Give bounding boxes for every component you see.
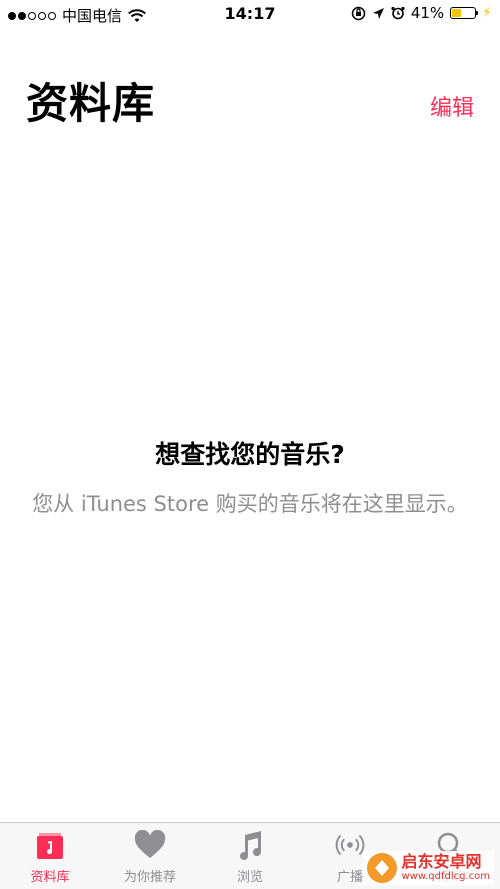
tab-label: 为你推荐 — [123, 870, 176, 885]
watermark-sub-text: www.qdfdlcg.com — [401, 871, 490, 882]
charging-bolt-icon: ⚡ — [482, 5, 492, 21]
tab-library[interactable]: 资料库 — [0, 823, 100, 889]
edit-button[interactable]: 编辑 — [430, 90, 474, 122]
battery-percent: 41% — [410, 4, 445, 22]
alarm-icon — [391, 6, 405, 20]
battery-fill — [452, 9, 462, 17]
status-bar: 中国电信 14:17 41% ⚡ — [0, 0, 500, 28]
rotation-lock-icon — [351, 6, 366, 20]
heart-icon — [133, 828, 167, 862]
watermark-logo-icon — [367, 853, 398, 883]
empty-state-title: 想查找您的音乐? — [155, 440, 345, 469]
battery-icon — [450, 7, 479, 19]
watermark-main-text: 启东安卓网 — [401, 852, 482, 871]
tab-label: 资料库 — [30, 870, 70, 885]
page-title: 资料库 — [26, 79, 156, 128]
empty-state: 想查找您的音乐? 您从 iTunes Store 购买的音乐将在这里显示。 — [30, 435, 470, 519]
empty-state-description: 您从 iTunes Store 购买的音乐将在这里显示。 — [32, 492, 468, 516]
watermark-text: 启东安卓网 www.qdfdlcg.com — [401, 853, 490, 883]
music-note-library-icon — [33, 828, 67, 862]
status-right: 41% ⚡ — [351, 4, 492, 22]
tab-label: 广播 — [336, 870, 363, 885]
music-note-icon — [233, 828, 267, 862]
location-arrow-icon — [372, 7, 384, 19]
watermark: 启东安卓网 www.qdfdlcg.com — [363, 851, 494, 885]
tab-for-you[interactable]: 为你推荐 — [100, 823, 200, 889]
tab-label: 浏览 — [236, 870, 263, 885]
screen: 中国电信 14:17 41% ⚡ 资料库 编辑 想查找您的音乐? 您从 iTun… — [0, 0, 500, 889]
radio-broadcast-icon — [333, 828, 367, 862]
tab-browse[interactable]: 浏览 — [200, 823, 300, 889]
